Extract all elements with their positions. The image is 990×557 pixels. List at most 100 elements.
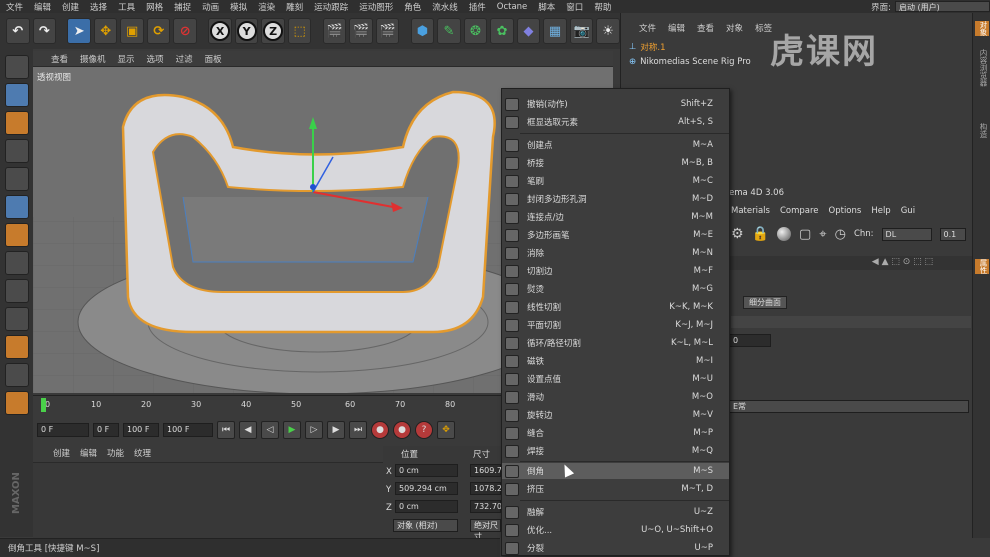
chn-number[interactable]: 0.1 — [939, 227, 966, 241]
menu-tools[interactable]: 工具 — [118, 1, 135, 13]
viewport-menu-display[interactable]: 显示 — [118, 53, 135, 65]
cube-primitive-icon[interactable]: ⬢ — [410, 18, 435, 44]
next-frame-icon[interactable]: ▷ — [305, 421, 323, 439]
tweak-mode-icon[interactable] — [4, 279, 29, 303]
material-menu-create[interactable]: 创建 — [53, 447, 70, 459]
tab-content-browser[interactable]: 内容浏览器 — [975, 49, 989, 87]
menu-item-edge-cut[interactable]: 切割边 M~F — [502, 263, 729, 279]
start-frame-field[interactable]: 0 F — [37, 423, 89, 437]
object-row[interactable]: ⊕ Nikomedias Scene Rig Pro — [629, 57, 751, 67]
quantize-icon[interactable] — [4, 391, 29, 415]
menu-create[interactable]: 创建 — [62, 1, 79, 13]
points-mode-icon[interactable] — [4, 167, 29, 191]
sphere-icon[interactable] — [777, 227, 791, 241]
menu-item-close-polygon-hole[interactable]: 封闭多边形孔洞 M~D — [502, 191, 729, 207]
workplane-icon[interactable] — [4, 139, 29, 163]
menu-mograph[interactable]: 运动图形 — [359, 1, 393, 13]
object-menu-edit[interactable]: 编辑 — [668, 22, 685, 34]
undo-icon[interactable]: ↶ — [6, 18, 30, 44]
menu-item-undo[interactable]: 撤销(动作) Shift+Z — [502, 96, 729, 112]
lock-icon[interactable]: 🔒 — [752, 226, 769, 242]
menu-item-brush[interactable]: 笔刷 M~C — [502, 173, 729, 189]
workplane-lock-icon[interactable] — [4, 363, 29, 387]
material-menu-texture[interactable]: 纹理 — [134, 447, 151, 459]
render-picture-viewer-icon[interactable]: 🎬 — [349, 18, 373, 44]
render-view-icon[interactable]: 🎬 — [322, 18, 347, 44]
axis-x-button[interactable]: X — [208, 18, 232, 44]
attribute-value-field[interactable]: 0 — [729, 334, 771, 347]
light-icon[interactable]: ☀ — [596, 18, 620, 44]
redo-icon[interactable]: ↷ — [32, 18, 57, 44]
pin-icon[interactable]: ⌖ — [819, 227, 826, 242]
menu-character[interactable]: 角色 — [404, 1, 421, 13]
axis-z-button[interactable]: Z — [261, 18, 285, 44]
model-mode-icon[interactable] — [4, 83, 29, 107]
menu-item-weld[interactable]: 焊接 M~Q — [502, 443, 729, 459]
menu-item-plane-cut[interactable]: 平面切割 K~J, M~J — [502, 317, 729, 333]
rotate-icon[interactable]: ⟳ — [146, 18, 171, 44]
viewport-menu-view[interactable]: 查看 — [51, 53, 68, 65]
material-menu-function[interactable]: 功能 — [107, 447, 124, 459]
next-key-icon[interactable]: ▶ — [327, 421, 345, 439]
plugin-menu-compare[interactable]: Compare — [780, 206, 819, 216]
max-frame-field[interactable]: 100 F — [123, 423, 159, 437]
object-menu-object[interactable]: 对象 — [726, 22, 743, 34]
plugin-menu-help[interactable]: Help — [871, 206, 890, 216]
menu-item-optimize[interactable]: 优化... U~O, U~Shift+O — [502, 522, 729, 538]
clock-icon[interactable]: ◷ — [835, 227, 846, 242]
subdivision-surface-button[interactable]: 细分曲面 — [743, 296, 787, 309]
texture-mode-icon[interactable] — [4, 111, 29, 135]
viewport-menu-filter[interactable]: 过滤 — [176, 53, 193, 65]
menu-item-stitch[interactable]: 缝合 M~P — [502, 425, 729, 441]
axis-mode-icon[interactable] — [4, 251, 29, 275]
plugin-menu-options[interactable]: Options — [829, 206, 862, 216]
scale-icon[interactable]: ▣ — [120, 18, 144, 44]
menu-item-bevel[interactable]: 倒角 M~S — [502, 463, 729, 479]
position-z-field[interactable]: 0 cm — [395, 500, 458, 513]
cloner-icon[interactable]: ✿ — [490, 18, 514, 44]
tab-objects[interactable]: 对象 — [975, 21, 989, 36]
size-x-field[interactable]: 1609.7 — [470, 464, 502, 477]
move-icon[interactable]: ✥ — [93, 18, 118, 44]
object-row[interactable]: ⊥ 对称.1 — [629, 41, 666, 53]
gear-icon[interactable]: ⚙ — [731, 226, 744, 242]
material-menu-edit[interactable]: 编辑 — [80, 447, 97, 459]
tab-structure[interactable]: 构造 — [975, 123, 989, 138]
menu-item-polygon-pen[interactable]: 多边形画笔 M~E — [502, 227, 729, 243]
viewport-menu-options[interactable]: 选项 — [147, 53, 164, 65]
nav-arrows-icon[interactable]: ◀ ▲ ⬚ ⊙ ⬚ ⬚ — [872, 257, 933, 267]
attribute-dropdown[interactable]: E常 — [729, 400, 969, 413]
autokey-icon[interactable]: ● — [393, 421, 411, 439]
menu-item-connect-points-edges[interactable]: 连接点/边 M~M — [502, 209, 729, 225]
menu-sculpt[interactable]: 雕刻 — [286, 1, 303, 13]
menu-help[interactable]: 帮助 — [594, 1, 611, 13]
chn-select[interactable]: DL — [881, 227, 932, 241]
menu-simulate[interactable]: 模拟 — [230, 1, 247, 13]
frame-icon[interactable]: ▢ — [799, 227, 811, 242]
plugin-menu-gui[interactable]: Gui — [901, 206, 915, 216]
menu-edit[interactable]: 编辑 — [34, 1, 51, 13]
position-key-icon[interactable]: ✥ — [437, 421, 455, 439]
record-icon[interactable]: ● — [371, 421, 389, 439]
viewport-menu-camera[interactable]: 摄像机 — [80, 53, 106, 65]
menu-file[interactable]: 文件 — [6, 1, 23, 13]
size-y-field[interactable]: 1078.2 — [470, 482, 502, 495]
polygons-mode-icon[interactable] — [4, 223, 29, 247]
menu-item-dissolve[interactable]: 消除 M~N — [502, 245, 729, 261]
layout-select[interactable]: 启动 (用户) — [895, 1, 990, 12]
object-menu-file[interactable]: 文件 — [639, 22, 656, 34]
subdivision-surface-icon[interactable]: ❂ — [463, 18, 488, 44]
tab-attributes[interactable]: 属性 — [975, 259, 989, 274]
go-to-start-icon[interactable]: ⏮ — [217, 421, 235, 439]
end-frame-field[interactable]: 100 F — [163, 423, 213, 437]
menu-item-iron[interactable]: 熨烫 M~G — [502, 281, 729, 297]
viewport-menu-panel[interactable]: 面板 — [205, 53, 222, 65]
menu-item-loop-path-cut[interactable]: 循环/路径切割 K~L, M~L — [502, 335, 729, 351]
live-selection-icon[interactable]: ➤ — [67, 18, 91, 44]
size-z-field[interactable]: 732.70 — [470, 500, 502, 513]
menu-pipeline[interactable]: 流水线 — [432, 1, 458, 13]
menu-window[interactable]: 窗口 — [566, 1, 583, 13]
make-editable-icon[interactable] — [4, 55, 29, 79]
menu-motion-tracking[interactable]: 运动跟踪 — [314, 1, 348, 13]
menu-item-slide[interactable]: 滑动 M~O — [502, 389, 729, 405]
